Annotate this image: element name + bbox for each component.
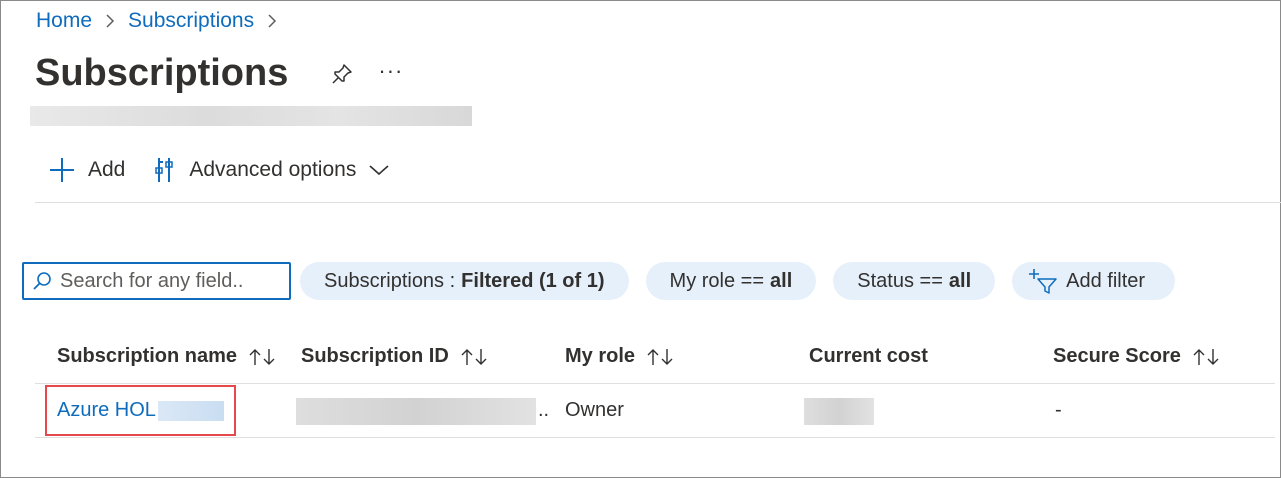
toolbar-divider <box>35 202 1281 203</box>
breadcrumb-home[interactable]: Home <box>36 9 92 33</box>
chevron-down-icon <box>369 165 389 176</box>
column-header-role[interactable]: My role <box>565 345 675 368</box>
role-filter-pill[interactable]: My role == all <box>645 262 817 300</box>
command-bar: Add Advanced options <box>48 156 390 184</box>
redacted-subtitle <box>30 106 472 126</box>
sort-icon[interactable] <box>461 347 489 367</box>
column-header-name[interactable]: Subscription name <box>57 345 277 368</box>
breadcrumb-subscriptions[interactable]: Subscriptions <box>128 9 254 33</box>
column-header-label: Subscription ID <box>301 345 449 367</box>
column-header-label: My role <box>565 345 636 367</box>
column-header-id[interactable]: Subscription ID <box>301 345 489 368</box>
column-header-secure-score[interactable]: Secure Score <box>1053 345 1221 368</box>
column-header-label: Subscription name <box>57 345 238 367</box>
add-label: Add <box>88 158 126 181</box>
column-header-label: Secure Score <box>1053 345 1181 367</box>
sort-icon[interactable] <box>249 347 277 367</box>
subscriptions-table: Subscription name Subscription ID My rol… <box>35 330 1275 438</box>
sort-icon[interactable] <box>647 347 675 367</box>
search-icon <box>33 272 51 290</box>
sort-icon[interactable] <box>1193 347 1221 367</box>
column-header-label: Current cost <box>809 345 928 367</box>
highlight-box <box>45 385 236 436</box>
search-box[interactable] <box>22 262 291 300</box>
add-button[interactable]: Add <box>48 156 125 184</box>
subscriptions-filter-value: Filtered (1 of 1) <box>461 269 605 292</box>
plus-icon <box>50 158 74 182</box>
search-input[interactable] <box>60 269 280 293</box>
add-filter-icon <box>1029 269 1057 294</box>
subscriptions-filter-pill[interactable]: Subscriptions : Filtered (1 of 1) <box>300 262 629 300</box>
title-row: Subscriptions ··· <box>35 52 403 95</box>
chevron-right-icon <box>104 13 116 29</box>
tools-icon <box>155 158 174 182</box>
breadcrumb: Home Subscriptions <box>36 9 290 33</box>
status-filter-key: Status == <box>857 269 943 292</box>
status-filter-pill[interactable]: Status == all <box>833 262 996 300</box>
page-title: Subscriptions <box>35 52 289 94</box>
redacted-current-cost <box>804 398 874 425</box>
subscriptions-filter-key: Subscriptions : <box>324 269 456 292</box>
column-header-cost: Current cost <box>809 345 928 368</box>
role-cell: Owner <box>565 399 624 421</box>
secure-score-cell: - <box>1055 399 1062 421</box>
redacted-subscription-id <box>296 398 536 425</box>
add-filter-label: Add filter <box>1066 269 1146 292</box>
role-filter-key: My role == <box>669 269 765 292</box>
advanced-options-label: Advanced options <box>189 158 357 181</box>
advanced-options-button[interactable]: Advanced options <box>155 156 390 184</box>
filter-bar: Subscriptions : Filtered (1 of 1) My rol… <box>22 262 1176 300</box>
table-header: Subscription name Subscription ID My rol… <box>35 330 1275 384</box>
pin-icon[interactable] <box>328 60 356 88</box>
add-filter-button[interactable]: Add filter <box>1012 262 1176 300</box>
subscription-id-ellipsis: .. <box>538 399 550 421</box>
more-options-icon[interactable]: ··· <box>378 58 403 84</box>
role-filter-value: all <box>770 269 793 292</box>
chevron-right-icon <box>266 13 278 29</box>
status-filter-value: all <box>948 269 972 292</box>
